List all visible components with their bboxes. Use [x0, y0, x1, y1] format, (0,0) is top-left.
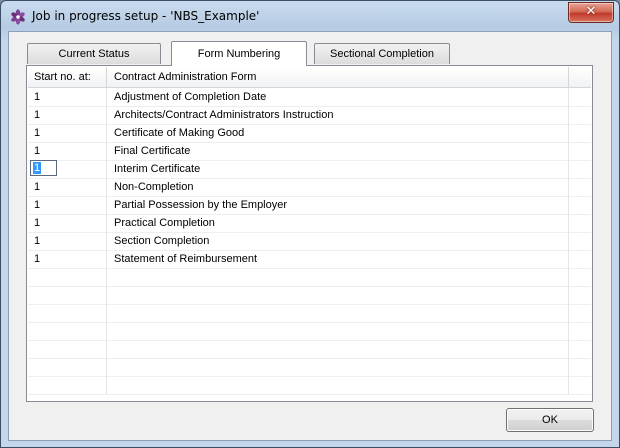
table-row[interactable]: 1 Final Certificate: [28, 142, 591, 161]
grid-cell-filler: [569, 160, 591, 178]
empty-row: [28, 286, 591, 305]
start-number-cell[interactable]: 1: [28, 196, 107, 214]
start-number-cell[interactable]: 1: [28, 250, 107, 268]
tab-panel-form-numbering: Start no. at: Contract Administration Fo…: [26, 65, 593, 402]
empty-row: [28, 340, 591, 359]
tab-label: Sectional Completion: [330, 48, 434, 60]
start-number-edit-field[interactable]: 1: [30, 160, 57, 176]
form-name-cell: Statement of Reimbursement: [107, 250, 569, 268]
start-number-cell[interactable]: 1: [28, 142, 107, 160]
tab-label: Form Numbering: [197, 48, 281, 60]
grid-cell-filler: [569, 304, 591, 322]
table-row[interactable]: 1 Architects/Contract Administrators Inst…: [28, 106, 591, 125]
form-name-cell: Architects/Contract Administrators Instr…: [107, 106, 569, 124]
form-name-cell: Practical Completion: [107, 214, 569, 232]
grid-cell-filler: [569, 250, 591, 268]
form-name-cell: Section Completion: [107, 232, 569, 250]
grid-cell-filler: [569, 286, 591, 304]
empty-cell: [28, 322, 107, 340]
start-number-cell[interactable]: 1: [28, 124, 107, 142]
empty-cell: [107, 322, 569, 340]
start-number-cell[interactable]: 1: [28, 106, 107, 124]
grid-cell-filler: [569, 358, 591, 376]
start-number-cell[interactable]: 1: [28, 232, 107, 250]
empty-cell: [107, 376, 569, 394]
empty-cell: [107, 358, 569, 376]
dialog-window: Job in progress setup - 'NBS_Example' ✕ …: [0, 0, 620, 448]
tab-sectional-completion[interactable]: Sectional Completion: [314, 43, 450, 64]
grid-cell-filler: [569, 322, 591, 340]
grid-cell-filler: [569, 196, 591, 214]
empty-cell: [28, 340, 107, 358]
dialog-body: Current Status Form Numbering Sectional …: [8, 31, 612, 441]
empty-cell: [28, 376, 107, 394]
form-name-cell: Partial Possession by the Employer: [107, 196, 569, 214]
window-title: Job in progress setup - 'NBS_Example': [32, 9, 260, 23]
close-icon: ✕: [585, 4, 597, 19]
form-name-cell: Non-Completion: [107, 178, 569, 196]
empty-cell: [107, 268, 569, 286]
empty-row: [28, 268, 591, 287]
empty-cell: [28, 268, 107, 286]
table-row[interactable]: 1 Interim Certificate: [28, 160, 591, 179]
empty-row: [28, 358, 591, 377]
column-header-start-no[interactable]: Start no. at:: [28, 67, 107, 87]
empty-cell: [28, 286, 107, 304]
empty-cell: [107, 340, 569, 358]
app-logo-icon: [11, 9, 25, 25]
grid-cell-filler: [569, 178, 591, 196]
grid-cell-filler: [569, 376, 591, 394]
start-number-cell-editing[interactable]: 1: [28, 160, 107, 178]
grid-cell-filler: [569, 340, 591, 358]
table-row[interactable]: 1 Certificate of Making Good: [28, 124, 591, 143]
empty-cell: [107, 286, 569, 304]
empty-row: [28, 322, 591, 341]
table-row[interactable]: 1 Practical Completion: [28, 214, 591, 233]
title-bar[interactable]: Job in progress setup - 'NBS_Example' ✕: [1, 1, 619, 31]
form-name-cell: Interim Certificate: [107, 160, 569, 178]
column-header-form[interactable]: Contract Administration Form: [107, 67, 569, 87]
close-button[interactable]: ✕: [568, 2, 614, 23]
tab-current-status[interactable]: Current Status: [27, 43, 161, 64]
grid-header: Start no. at: Contract Administration Fo…: [28, 67, 591, 88]
tab-form-numbering[interactable]: Form Numbering: [171, 41, 307, 66]
empty-cell: [28, 358, 107, 376]
column-header-filler: [569, 67, 591, 87]
start-number-cell[interactable]: 1: [28, 178, 107, 196]
table-row[interactable]: 1 Section Completion: [28, 232, 591, 251]
form-name-cell: Certificate of Making Good: [107, 124, 569, 142]
grid-cell-filler: [569, 142, 591, 160]
ok-button[interactable]: OK: [506, 408, 594, 432]
grid-cell-filler: [569, 106, 591, 124]
grid-cell-filler: [569, 268, 591, 286]
form-numbering-grid[interactable]: Start no. at: Contract Administration Fo…: [28, 67, 591, 400]
empty-cell: [107, 304, 569, 322]
start-number-cell[interactable]: 1: [28, 88, 107, 106]
selected-text: 1: [33, 162, 42, 174]
empty-row: [28, 376, 591, 395]
table-row[interactable]: 1 Statement of Reimbursement: [28, 250, 591, 269]
tab-label: Current Status: [58, 48, 130, 60]
form-name-cell: Final Certificate: [107, 142, 569, 160]
table-row[interactable]: 1 Adjustment of Completion Date: [28, 88, 591, 107]
start-number-cell[interactable]: 1: [28, 214, 107, 232]
empty-row: [28, 304, 591, 323]
grid-cell-filler: [569, 88, 591, 106]
table-row[interactable]: 1 Non-Completion: [28, 178, 591, 197]
table-row[interactable]: 1 Partial Possession by the Employer: [28, 196, 591, 215]
grid-cell-filler: [569, 214, 591, 232]
grid-cell-filler: [569, 124, 591, 142]
grid-cell-filler: [569, 232, 591, 250]
form-name-cell: Adjustment of Completion Date: [107, 88, 569, 106]
empty-cell: [28, 304, 107, 322]
